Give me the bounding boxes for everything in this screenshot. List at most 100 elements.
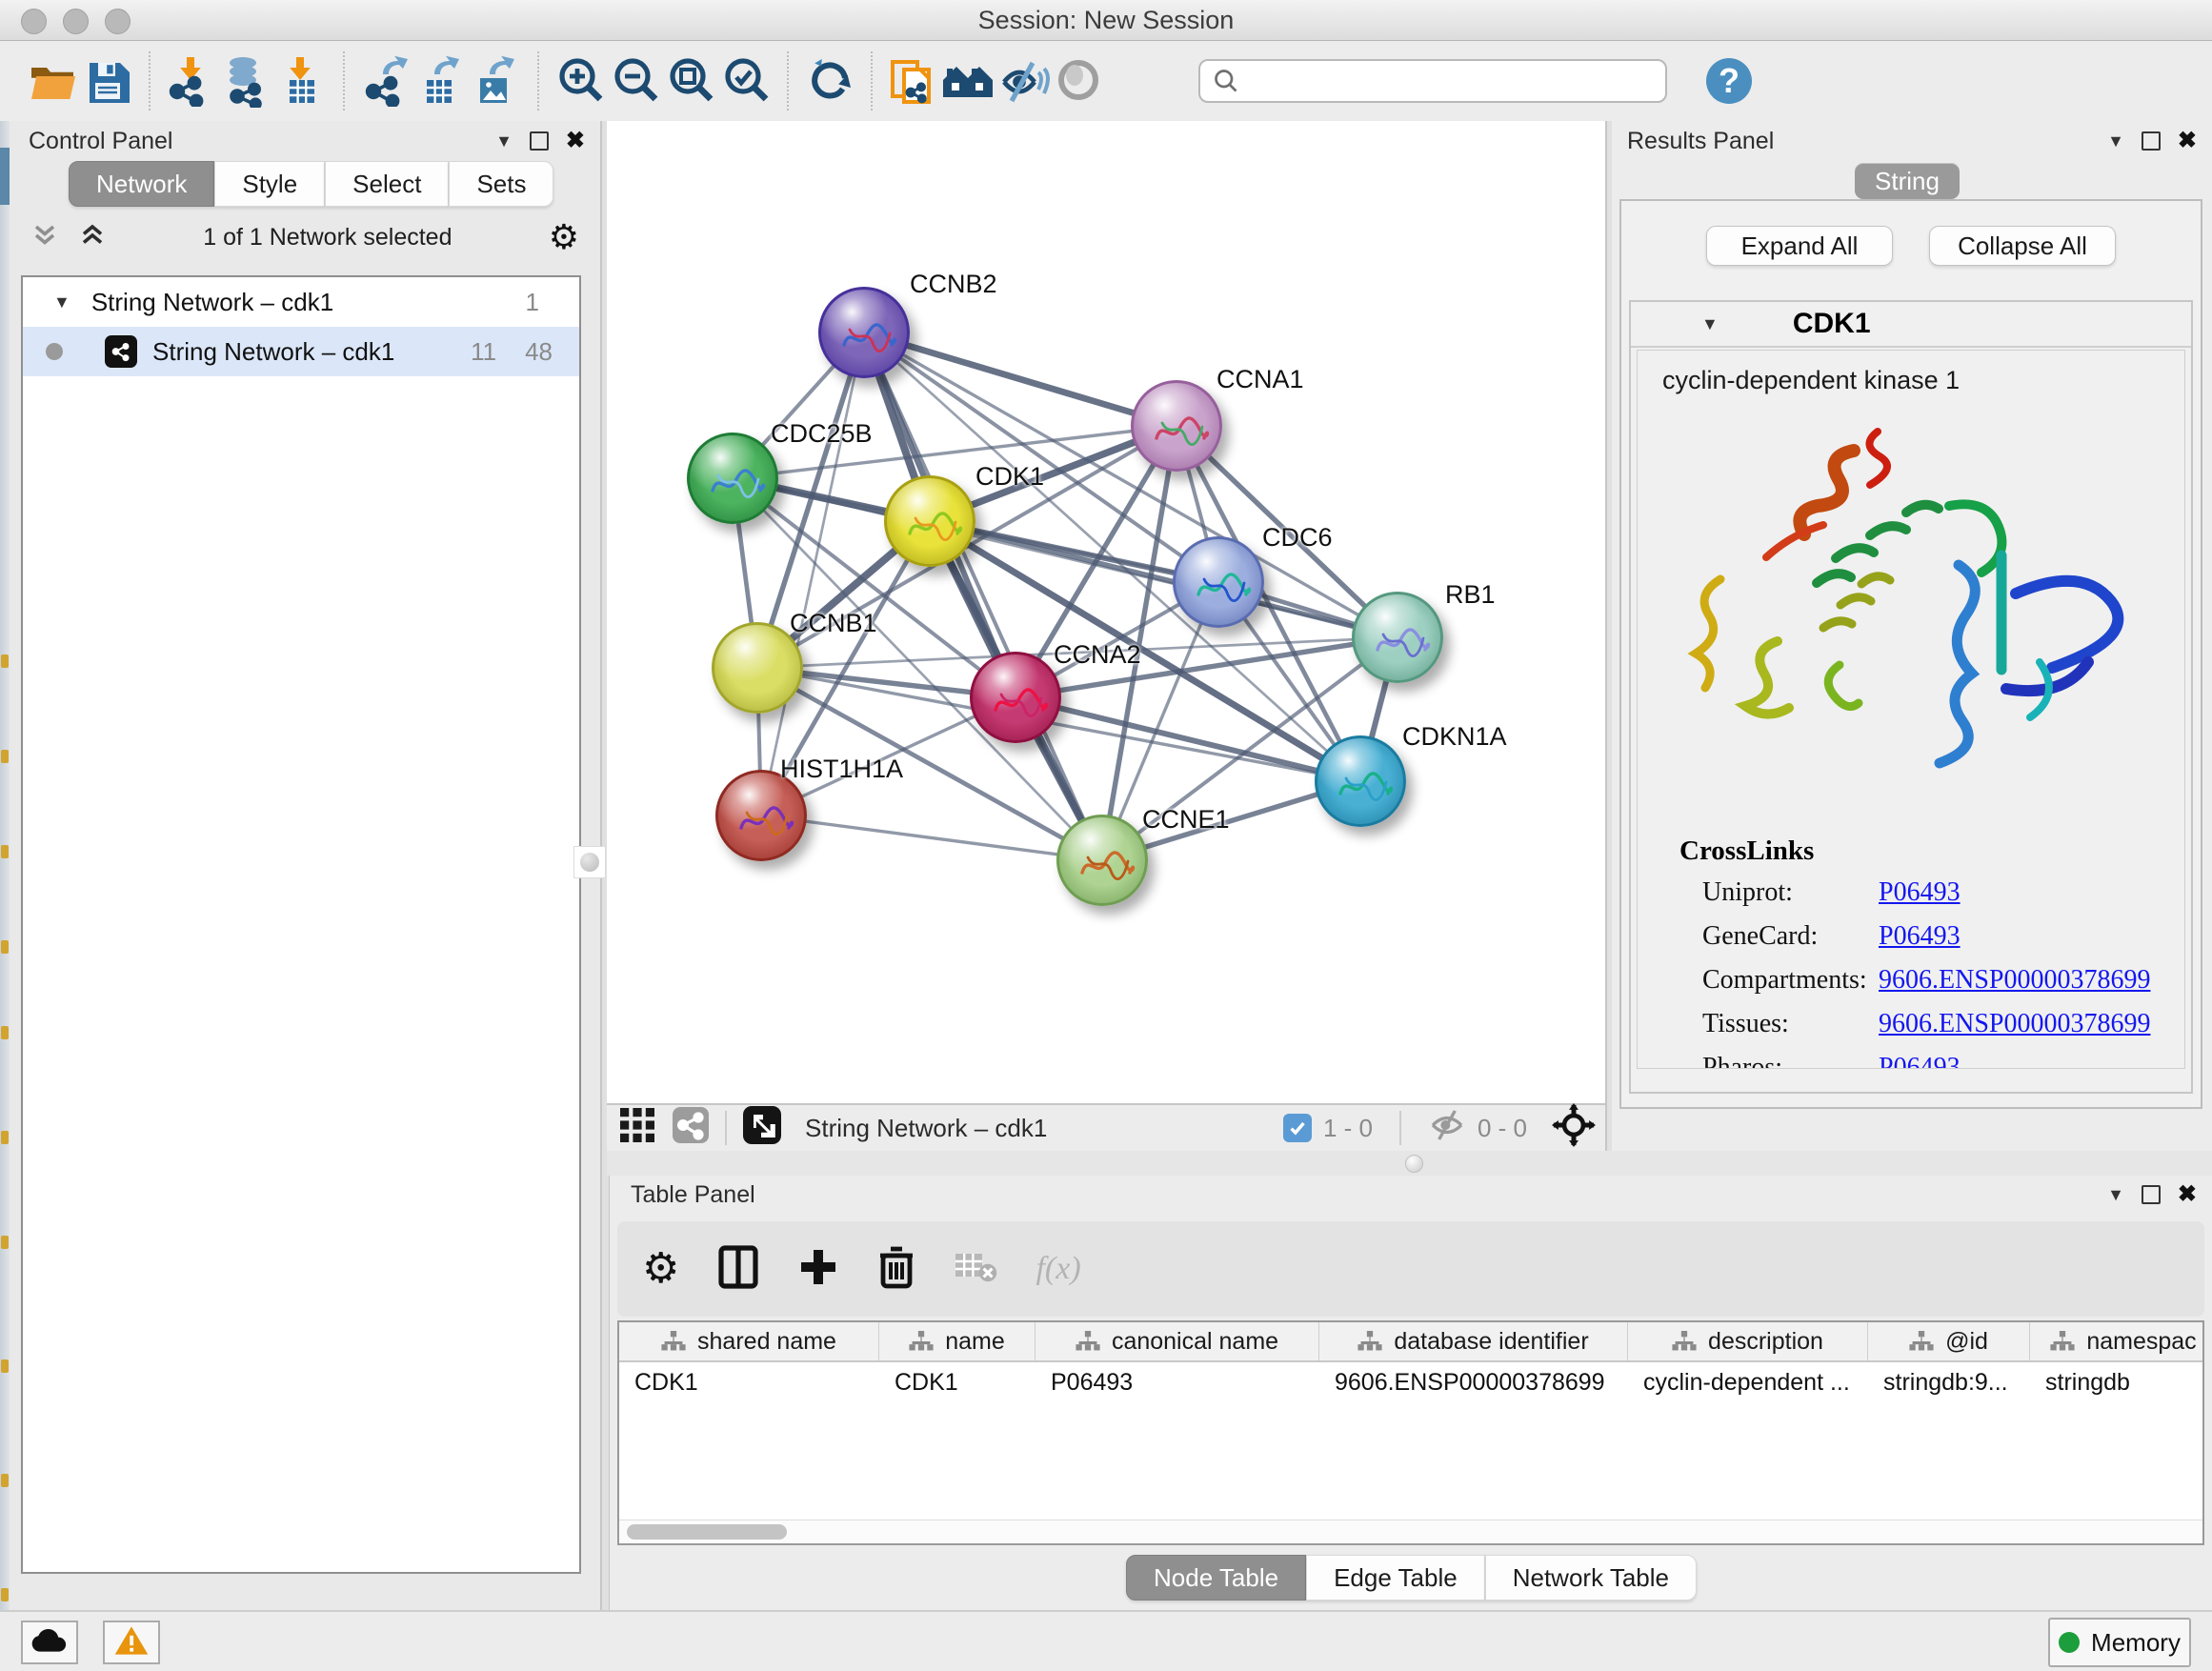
panel-close-icon[interactable]: ✖ bbox=[2178, 130, 2197, 152]
protein-structure-thumbnail bbox=[1355, 594, 1446, 686]
tab-string[interactable]: String bbox=[1855, 163, 1960, 199]
left-splitter-handle[interactable] bbox=[573, 846, 606, 878]
node-table: shared name name canonical name database… bbox=[617, 1320, 2204, 1545]
tab-network-table[interactable]: Network Table bbox=[1485, 1555, 1697, 1601]
zoom-out-button[interactable] bbox=[608, 51, 663, 111]
network-node-ccna1[interactable] bbox=[1131, 380, 1222, 472]
network-node-ccna2[interactable] bbox=[970, 652, 1061, 743]
crosslink-compartments-link[interactable]: 9606.ENSP00000378699 bbox=[1879, 965, 2150, 996]
column-header[interactable]: description bbox=[1628, 1322, 1868, 1360]
show-all-button[interactable] bbox=[1052, 51, 1107, 111]
import-table-button[interactable] bbox=[274, 51, 330, 111]
table-horizontal-scrollbar[interactable] bbox=[619, 1520, 2202, 1543]
panel-menu-icon[interactable]: ▼ bbox=[2107, 131, 2124, 151]
zoom-in-button[interactable] bbox=[553, 51, 608, 111]
create-column-icon[interactable] bbox=[797, 1246, 839, 1293]
annotation-documents-icon bbox=[887, 54, 940, 108]
panel-float-icon[interactable] bbox=[2142, 1185, 2161, 1204]
table-row[interactable]: CDK1 CDK1 P06493 9606.ENSP00000378699 cy… bbox=[619, 1362, 2202, 1402]
protein-section-header[interactable]: ▼ CDK1 bbox=[1631, 302, 2191, 348]
hide-selected-button[interactable] bbox=[996, 51, 1052, 111]
crosslink-uniprot-link[interactable]: P06493 bbox=[1879, 877, 1961, 908]
grid-view-icon[interactable] bbox=[618, 1106, 656, 1151]
network-collection-row[interactable]: ▼ String Network – cdk1 1 bbox=[23, 277, 579, 327]
horizontal-splitter[interactable] bbox=[607, 1151, 2212, 1176]
node-label: CCNA1 bbox=[1217, 365, 1304, 394]
panel-float-icon[interactable] bbox=[530, 131, 549, 151]
import-network-from-database-button[interactable] bbox=[219, 51, 274, 111]
network-options-gear-icon[interactable]: ⚙ bbox=[549, 220, 579, 254]
tab-style[interactable]: Style bbox=[214, 161, 325, 207]
warnings-button[interactable] bbox=[103, 1621, 160, 1664]
selected-nodes-checkbox[interactable] bbox=[1283, 1114, 1312, 1142]
export-network-button[interactable] bbox=[358, 51, 413, 111]
expand-all-button[interactable]: Expand All bbox=[1706, 226, 1893, 266]
zoom-selected-icon bbox=[720, 55, 772, 107]
import-network-button[interactable] bbox=[164, 51, 219, 111]
protein-name: CDK1 bbox=[1793, 308, 1871, 340]
network-node-cdkn1a[interactable] bbox=[1315, 735, 1406, 827]
string-view-icon[interactable] bbox=[672, 1106, 710, 1151]
birdseye-view-icon[interactable] bbox=[742, 1105, 782, 1152]
panel-close-icon[interactable]: ✖ bbox=[566, 130, 585, 152]
refresh-view-button[interactable] bbox=[802, 51, 857, 111]
tab-network[interactable]: Network bbox=[69, 161, 214, 207]
save-session-button[interactable] bbox=[80, 51, 135, 111]
panel-float-icon[interactable] bbox=[2142, 131, 2161, 151]
tree-expand-icon[interactable]: ▼ bbox=[53, 292, 70, 312]
table-import-icon bbox=[276, 55, 328, 107]
network-node-cdc25b[interactable] bbox=[687, 433, 778, 524]
column-header[interactable]: name bbox=[879, 1322, 1036, 1360]
show-columns-icon[interactable] bbox=[717, 1244, 759, 1295]
zoom-fit-button[interactable] bbox=[663, 51, 718, 111]
crosslink-pharos-link[interactable]: P06493 bbox=[1879, 1053, 1961, 1069]
panel-menu-icon[interactable]: ▼ bbox=[495, 131, 513, 151]
zoom-selected-button[interactable] bbox=[718, 51, 774, 111]
network-row-selected[interactable]: String Network – cdk1 11 48 bbox=[23, 327, 579, 376]
collapse-all-networks-icon[interactable] bbox=[30, 221, 59, 254]
column-header[interactable]: database identifier bbox=[1319, 1322, 1628, 1360]
export-table-button[interactable] bbox=[413, 51, 469, 111]
section-collapse-icon[interactable]: ▼ bbox=[1701, 314, 1719, 334]
network-node-cdc6[interactable] bbox=[1173, 536, 1264, 628]
network-node-rb1[interactable] bbox=[1352, 592, 1443, 683]
open-session-button[interactable] bbox=[25, 51, 80, 111]
hidden-counts: 0 - 0 bbox=[1478, 1114, 1527, 1143]
network-node-ccne1[interactable] bbox=[1056, 815, 1148, 906]
panel-close-icon[interactable]: ✖ bbox=[2178, 1183, 2197, 1206]
table-panel: Table Panel ▼ ✖ ⚙ f(x) shared name name bbox=[610, 1176, 2212, 1610]
horizontal-splitter-handle[interactable] bbox=[1405, 1155, 1423, 1173]
tab-node-table[interactable]: Node Table bbox=[1126, 1555, 1306, 1601]
crosslink-genecard-link[interactable]: P06493 bbox=[1879, 921, 1961, 952]
crosslink-tissues-link[interactable]: 9606.ENSP00000378699 bbox=[1879, 1009, 2150, 1039]
delete-column-icon[interactable] bbox=[877, 1244, 915, 1295]
first-neighbors-button[interactable] bbox=[941, 51, 996, 111]
cloud-button[interactable] bbox=[21, 1621, 78, 1664]
column-header[interactable]: @id bbox=[1868, 1322, 2030, 1360]
collapse-all-button[interactable]: Collapse All bbox=[1929, 226, 2116, 266]
tab-sets[interactable]: Sets bbox=[449, 161, 553, 207]
fit-crosshair-icon[interactable] bbox=[1552, 1103, 1596, 1154]
protein-structure-thumbnail bbox=[1176, 539, 1267, 631]
network-node-ccnb2[interactable] bbox=[818, 287, 910, 378]
column-header[interactable]: canonical name bbox=[1036, 1322, 1319, 1360]
tab-edge-table[interactable]: Edge Table bbox=[1306, 1555, 1485, 1601]
expand-all-networks-icon[interactable] bbox=[78, 221, 107, 254]
annotation-mode-button[interactable] bbox=[886, 51, 941, 111]
panel-menu-icon[interactable]: ▼ bbox=[2107, 1185, 2124, 1205]
network-node-cdk1[interactable] bbox=[884, 475, 975, 567]
export-image-button[interactable] bbox=[469, 51, 524, 111]
memory-button[interactable]: Memory bbox=[2048, 1618, 2191, 1667]
tab-select[interactable]: Select bbox=[325, 161, 449, 207]
search-input[interactable] bbox=[1198, 59, 1667, 103]
scrollbar-thumb[interactable] bbox=[627, 1524, 787, 1540]
column-header[interactable]: shared name bbox=[619, 1322, 879, 1360]
column-header[interactable]: namespac bbox=[2030, 1322, 2212, 1360]
node-label: CCNB1 bbox=[790, 609, 877, 638]
table-options-gear-icon[interactable]: ⚙ bbox=[642, 1248, 679, 1290]
export-table-icon bbox=[415, 55, 467, 107]
help-button[interactable]: ? bbox=[1701, 51, 1757, 111]
control-panel: Control Panel ▼ ✖ Network Style Select S… bbox=[10, 121, 600, 1610]
table-panel-title: Table Panel bbox=[631, 1181, 755, 1209]
network-canvas[interactable]: CCNB2CCNA1CDC25BCDK1CDC6RB1CCNB1CCNA2CDK… bbox=[607, 121, 1605, 1103]
